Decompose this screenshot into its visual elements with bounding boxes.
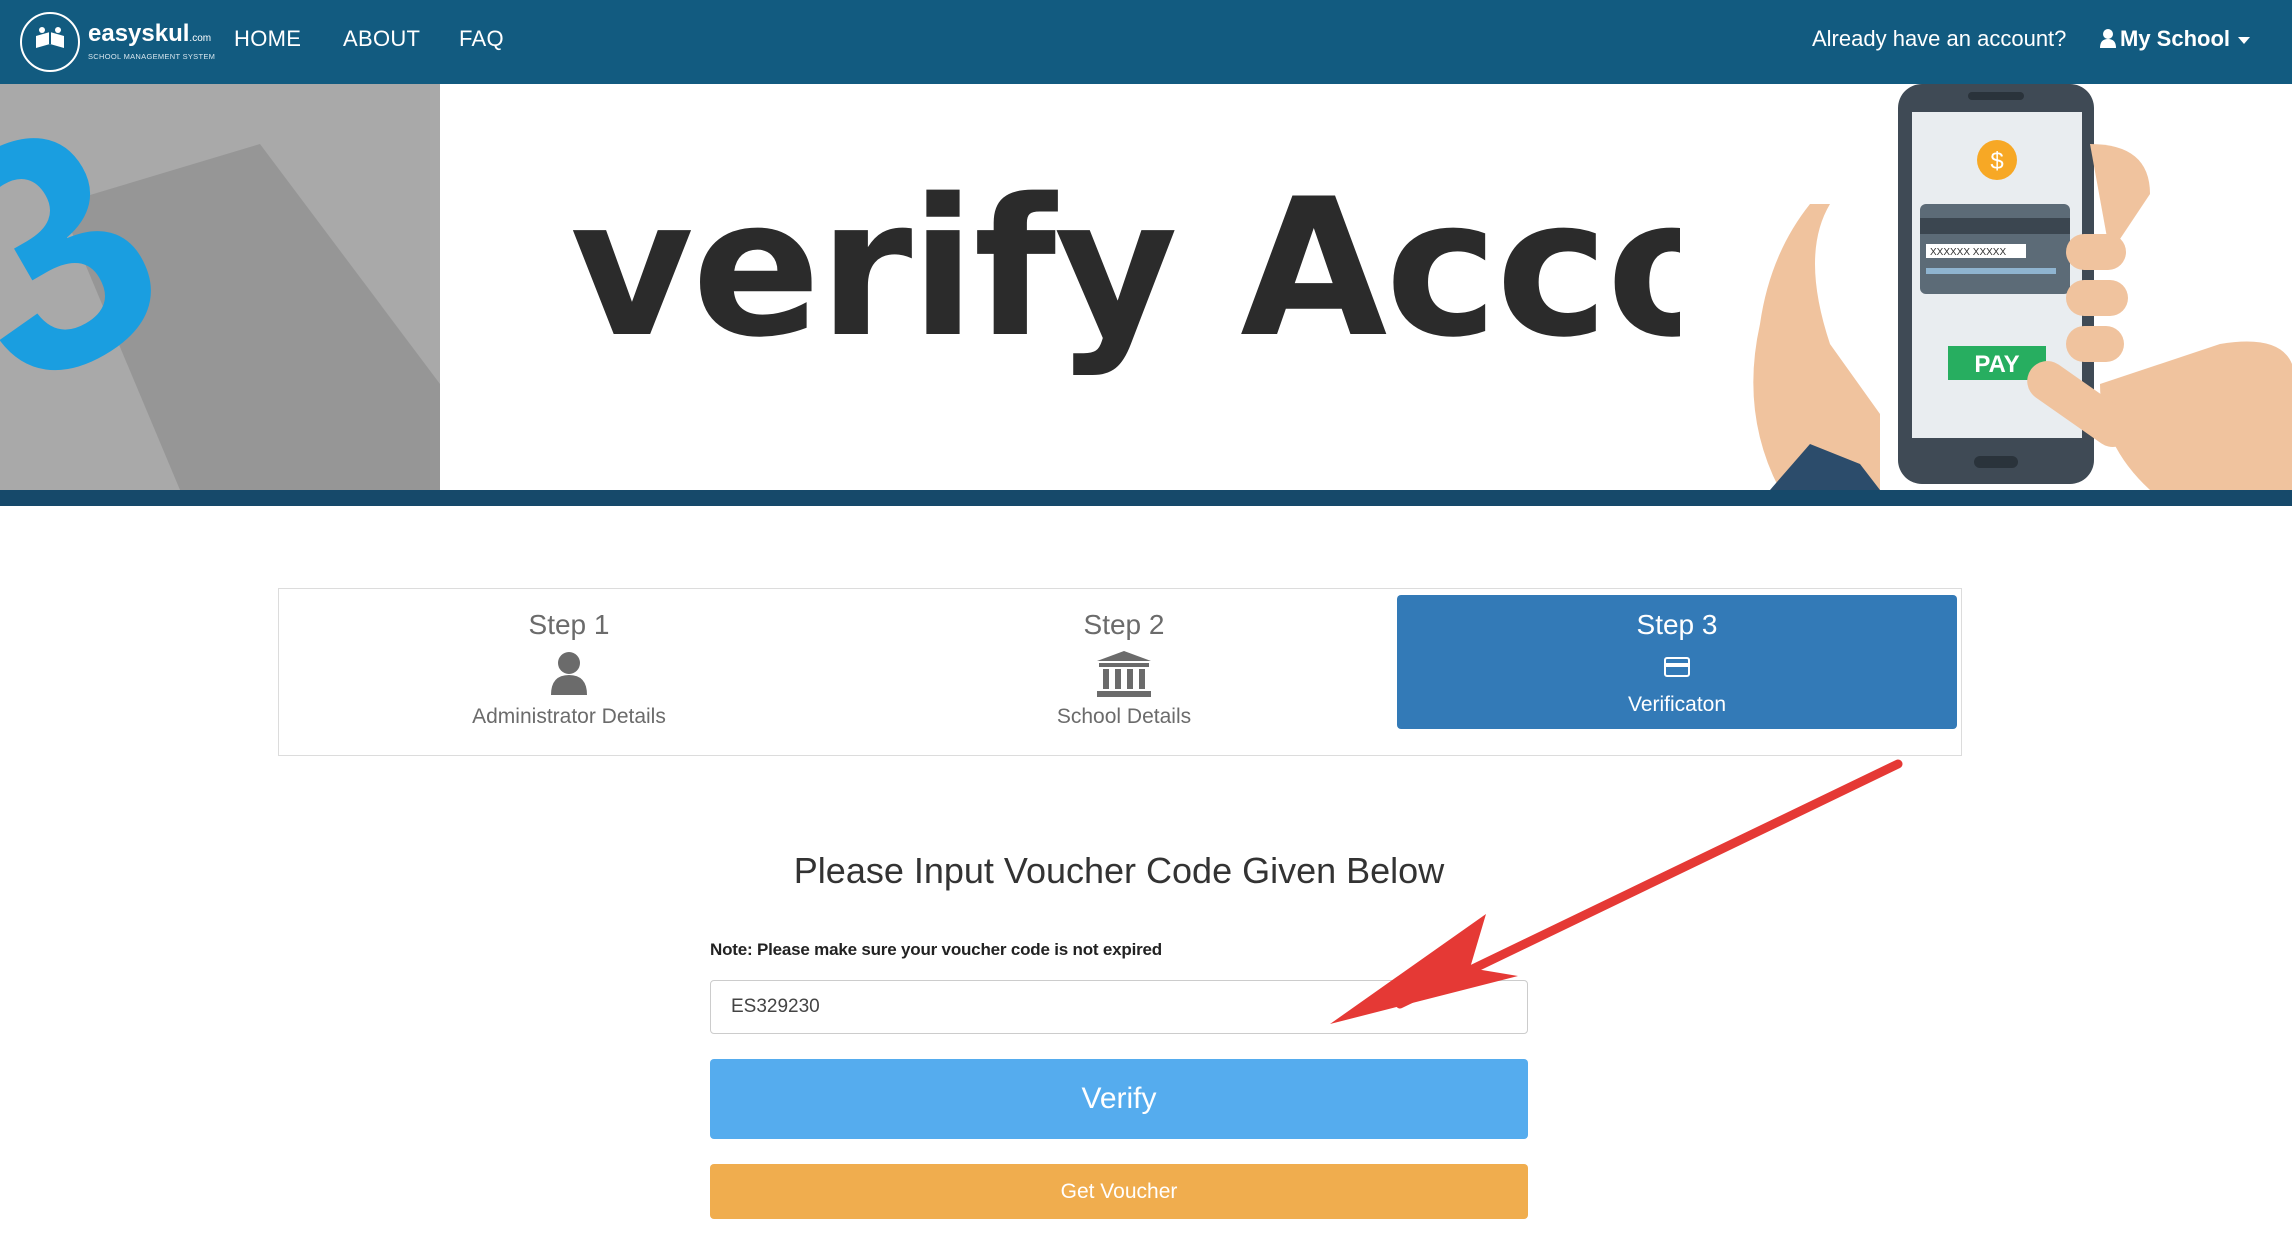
nav-home-link[interactable]: HOME [234, 26, 301, 52]
verify-button[interactable]: Verify [710, 1059, 1528, 1139]
logo-tagline: SCHOOL MANAGEMENT SYSTEM [88, 52, 216, 61]
voucher-code-input[interactable] [710, 980, 1528, 1034]
voucher-note: Note: Please make sure your voucher code… [710, 940, 1162, 959]
step-2-title: Step 2 [1083, 609, 1165, 640]
form-heading: Please Input Voucher Code Given Below [793, 850, 1445, 891]
nav-about-link[interactable]: ABOUT [343, 26, 420, 52]
step-number-graphic: 3 [0, 84, 440, 490]
step-1-title: Step 1 [528, 609, 610, 640]
step-3-title: Step 3 [1636, 609, 1718, 640]
my-school-dropdown[interactable]: My School [2100, 26, 2251, 52]
chevron-down-icon [2238, 36, 2251, 44]
my-school-label: My School [2120, 26, 2231, 51]
step-3-label: Verificaton [1627, 693, 1727, 716]
user-icon [549, 651, 589, 700]
logo-text: easyskul [88, 20, 190, 47]
step-1-label: Administrator Details [472, 705, 666, 728]
phone-pay-illustration: $ XXXXXX XXXXX PAY [1680, 84, 2292, 490]
site-logo[interactable]: easyskul.com SCHOOL MANAGEMENT SYSTEM [20, 8, 215, 76]
top-navbar: easyskul.com SCHOOL MANAGEMENT SYSTEM HO… [0, 0, 2292, 84]
step-1[interactable]: Step 1 Administrator Details [299, 589, 839, 757]
step-2[interactable]: Step 2 School Details [854, 589, 1394, 757]
book-logo-icon [20, 12, 80, 72]
nav-faq-link[interactable]: FAQ [459, 26, 504, 52]
card-number: XXXXXX XXXXX [1930, 247, 2006, 258]
login-link[interactable]: Already have an account? [1812, 26, 2066, 52]
coin-symbol: $ [1990, 148, 2003, 175]
registration-steps: Step 1 Administrator Details Step 2 Scho… [278, 588, 1962, 756]
user-icon [2100, 29, 2116, 48]
get-voucher-button[interactable]: Get Voucher [710, 1164, 1528, 1219]
step-2-label: School Details [1056, 705, 1192, 728]
credit-card-icon [1664, 657, 1690, 682]
bank-icon [1097, 651, 1151, 704]
banner-divider [0, 490, 2292, 506]
pay-label: PAY [1974, 351, 2019, 378]
step-3[interactable]: Step 3 Verificaton [1397, 595, 1957, 729]
logo-suffix: .com [189, 33, 212, 44]
hero-banner: 3 verify Account $ XXXXXX XXXXX PAY [0, 84, 2292, 490]
